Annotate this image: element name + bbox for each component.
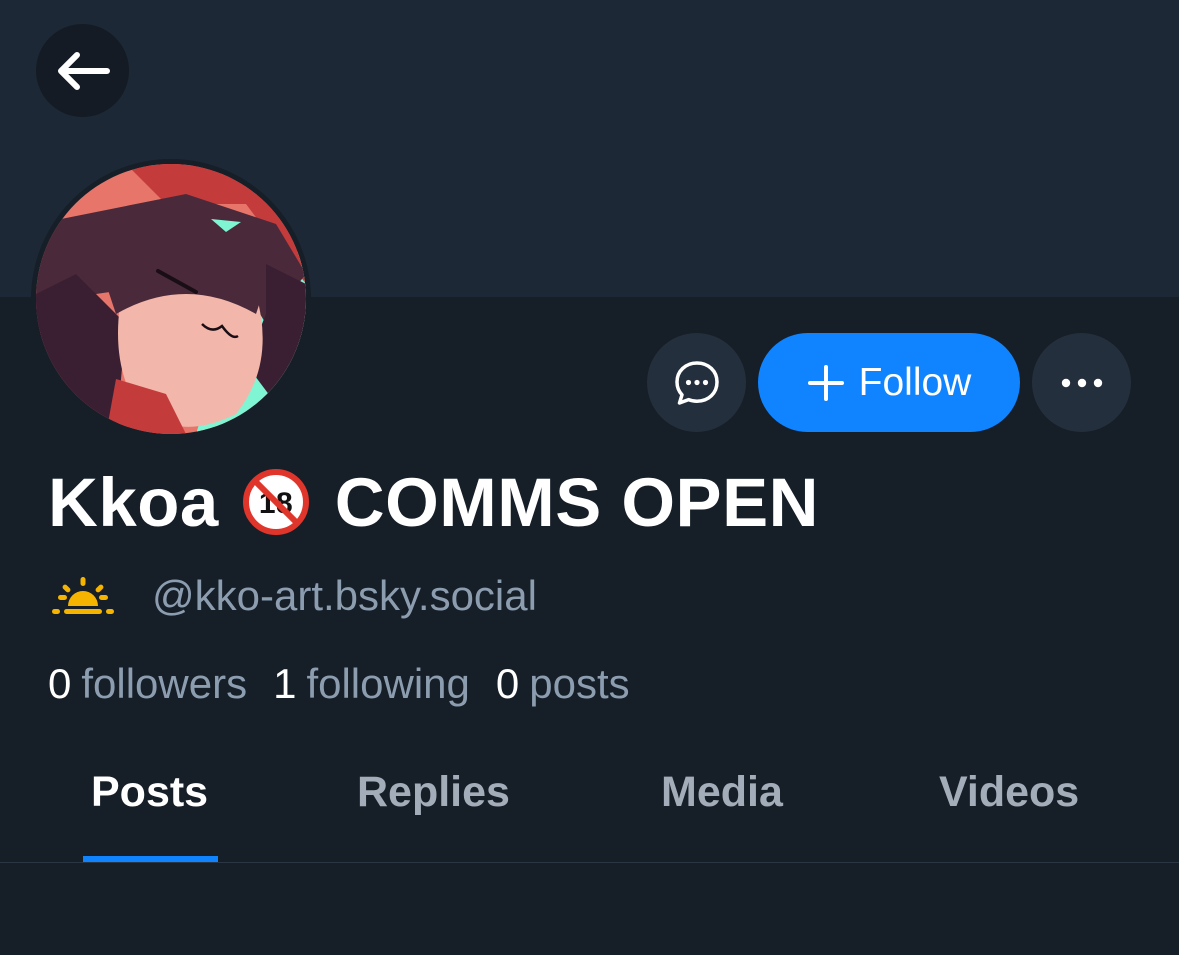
display-name-text: Kkoa: [48, 463, 219, 541]
posts-count: 0: [495, 660, 520, 707]
profile-stats: 0 followers 1 following 0 posts: [48, 656, 656, 712]
follow-label: Follow: [858, 360, 972, 404]
back-button[interactable]: [36, 24, 129, 117]
avatar-image: [36, 164, 306, 434]
plus-icon: [807, 364, 844, 401]
tab-media[interactable]: Media: [661, 768, 783, 817]
following-stat[interactable]: 1 following: [273, 660, 470, 708]
message-button[interactable]: [647, 333, 746, 432]
followers-stat[interactable]: 0 followers: [48, 660, 247, 708]
display-name: Kkoa 18 COMMS OPEN: [48, 462, 819, 542]
following-label: following: [306, 660, 470, 707]
tab-replies[interactable]: Replies: [357, 768, 510, 817]
followers-count: 0: [48, 660, 72, 707]
posts-stat: 0 posts: [496, 660, 630, 708]
avatar[interactable]: [31, 159, 311, 439]
more-options-button[interactable]: [1032, 333, 1131, 432]
age-restricted-icon: 18: [242, 469, 309, 535]
tab-videos[interactable]: Videos: [939, 768, 1079, 817]
sunrise-icon: [52, 577, 114, 614]
chat-bubble-icon: [674, 360, 719, 405]
posts-label: posts: [529, 660, 630, 707]
active-tab-indicator: [83, 856, 218, 862]
followers-label: followers: [81, 660, 248, 707]
profile-page: Follow Kkoa 18 COMMS OPEN @kko-ar: [0, 0, 1179, 955]
follow-button[interactable]: Follow: [758, 333, 1020, 432]
profile-tabs: Posts Replies Media Videos: [0, 740, 1179, 863]
profile-handle: @kko-art.bsky.social: [152, 572, 537, 619]
tab-posts[interactable]: Posts: [91, 768, 208, 817]
handle-row: @kko-art.bsky.social: [50, 568, 537, 624]
display-name-suffix: COMMS OPEN: [334, 463, 819, 541]
ellipsis-icon: [1061, 378, 1102, 387]
arrow-left-icon: [57, 51, 110, 90]
following-count: 1: [273, 660, 297, 707]
